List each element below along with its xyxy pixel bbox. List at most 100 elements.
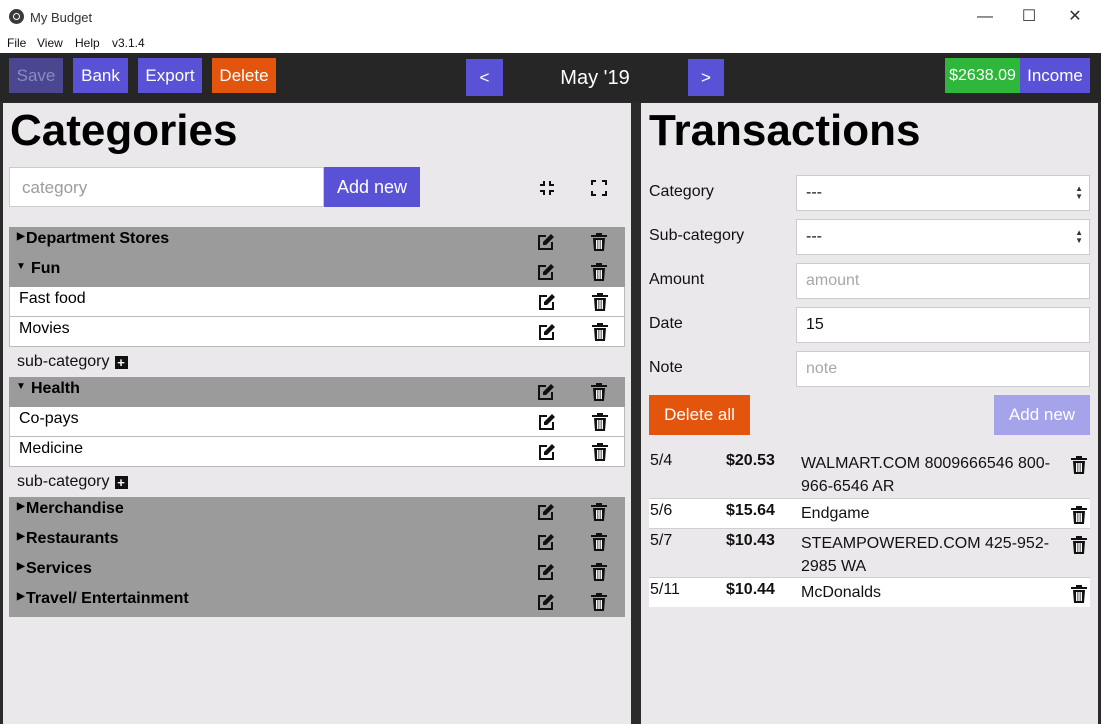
add-transaction-button[interactable]: Add new (994, 395, 1090, 435)
transaction-amount: $10.44 (726, 581, 775, 598)
transaction-row[interactable]: 5/6 $15.64 Endgame (649, 498, 1090, 528)
transaction-date: 5/4 (650, 452, 673, 469)
categories-panel: Categories category Add new ▶ Department … (3, 103, 631, 724)
transaction-row[interactable]: 5/7 $10.43 STEAMPOWERED.COM 425-952-2985 W… (649, 528, 1090, 577)
trash-icon[interactable] (591, 503, 607, 521)
trash-icon[interactable] (591, 263, 607, 281)
transaction-description: WALMART.COM 8009666546 800-966-6546 AR (801, 455, 1051, 495)
caret-right-icon[interactable]: ▶ (17, 591, 25, 602)
caret-down-icon[interactable]: ▼ (16, 381, 26, 392)
income-button[interactable]: Income (1020, 58, 1090, 93)
subcategory-row[interactable]: Fast food (9, 287, 625, 317)
trash-icon[interactable] (591, 563, 607, 581)
title-bar: My Budget — ☐ ✕ (0, 0, 1101, 33)
category-select[interactable]: --- ▲ ▼ (796, 175, 1090, 211)
edit-icon[interactable] (537, 593, 555, 611)
save-button[interactable]: Save (9, 58, 63, 93)
edit-icon[interactable] (537, 533, 555, 551)
toolbar: Save Bank Export Delete < May '19 > $263… (0, 53, 1101, 102)
category-row[interactable]: ▶ Services (9, 557, 625, 587)
caret-right-icon[interactable]: ▶ (17, 231, 25, 242)
note-input[interactable]: note (796, 351, 1090, 387)
select-arrows-icon: ▲ ▼ (1075, 184, 1083, 201)
trash-icon[interactable] (592, 413, 608, 431)
amount-label: Amount (649, 271, 705, 288)
category-name: Services (26, 560, 92, 577)
transaction-description: Endgame (801, 505, 870, 522)
category-name: Health (31, 380, 80, 397)
trash-icon[interactable] (1071, 506, 1087, 524)
transaction-date: 5/6 (650, 502, 673, 519)
transaction-amount: $15.64 (726, 502, 775, 519)
menu-view[interactable]: View (37, 36, 63, 50)
subcategory-select[interactable]: --- ▲ ▼ (796, 219, 1090, 255)
transaction-row[interactable]: 5/11 $10.44 McDonalds (649, 577, 1090, 607)
maximize-button[interactable]: ☐ (1009, 5, 1049, 29)
trash-icon[interactable] (591, 593, 607, 611)
add-subcategory-label: sub-category (17, 353, 110, 370)
edit-icon[interactable] (537, 263, 555, 281)
plus-icon[interactable]: + (114, 356, 128, 369)
trash-icon[interactable] (1071, 536, 1087, 554)
window-title: My Budget (30, 10, 93, 25)
add-subcategory[interactable]: sub-category + (17, 473, 128, 491)
prev-month-button[interactable]: < (466, 59, 503, 96)
subcategory-label: Sub-category (649, 227, 745, 244)
current-month: May '19 (560, 67, 630, 89)
menu-help[interactable]: Help (75, 36, 100, 50)
caret-right-icon[interactable]: ▶ (17, 501, 25, 512)
select-arrows-icon: ▲ ▼ (1075, 228, 1083, 245)
transaction-row[interactable]: 5/4 $20.53 WALMART.COM 8009666546 800-966-… (649, 449, 1090, 498)
categories-title: Categories (10, 106, 238, 155)
delete-all-button[interactable]: Delete all (649, 395, 750, 435)
category-row[interactable]: ▶ Travel/ Entertainment (9, 587, 625, 617)
maximize-icon: ☐ (1021, 8, 1037, 25)
trash-icon[interactable] (592, 443, 608, 461)
trash-icon[interactable] (1071, 585, 1087, 603)
trash-icon[interactable] (591, 233, 607, 251)
subcategory-row[interactable]: Medicine (9, 437, 625, 467)
add-subcategory[interactable]: sub-category + (17, 353, 128, 371)
edit-icon[interactable] (537, 233, 555, 251)
category-name: Restaurants (26, 530, 119, 547)
export-button[interactable]: Export (138, 58, 202, 93)
trash-icon[interactable] (591, 533, 607, 551)
subcategory-row[interactable]: Movies (9, 317, 625, 347)
edit-icon[interactable] (537, 503, 555, 521)
edit-icon[interactable] (538, 413, 556, 431)
subcategory-row[interactable]: Co-pays (9, 407, 625, 437)
caret-down-icon[interactable]: ▼ (16, 261, 26, 272)
trash-icon[interactable] (592, 323, 608, 341)
close-button[interactable]: ✕ (1055, 5, 1095, 29)
category-row[interactable]: ▶ Department Stores (9, 227, 625, 257)
minimize-button[interactable]: — (965, 5, 1005, 29)
trash-icon[interactable] (1071, 456, 1087, 474)
expand-icon[interactable] (591, 180, 607, 196)
edit-icon[interactable] (538, 323, 556, 341)
add-category-button[interactable]: Add new (324, 167, 420, 207)
menu-file[interactable]: File (7, 36, 26, 50)
transaction-date: 5/7 (650, 532, 673, 549)
category-row[interactable]: ▼ Health (9, 377, 625, 407)
category-row[interactable]: ▼ Fun (9, 257, 625, 287)
category-row[interactable]: ▶ Merchandise (9, 497, 625, 527)
next-month-button[interactable]: > (688, 59, 724, 96)
delete-button[interactable]: Delete (212, 58, 276, 93)
category-input[interactable]: category (9, 167, 324, 207)
edit-icon[interactable] (537, 383, 555, 401)
trash-icon[interactable] (591, 383, 607, 401)
edit-icon[interactable] (537, 563, 555, 581)
edit-icon[interactable] (538, 293, 556, 311)
bank-button[interactable]: Bank (73, 58, 128, 93)
trash-icon[interactable] (592, 293, 608, 311)
subcategory-name: Co-pays (19, 410, 79, 427)
category-row[interactable]: ▶ Restaurants (9, 527, 625, 557)
date-input[interactable]: 15 (796, 307, 1090, 343)
amount-input[interactable]: amount (796, 263, 1090, 299)
edit-icon[interactable] (538, 443, 556, 461)
category-select-value: --- (806, 184, 822, 201)
caret-right-icon[interactable]: ▶ (17, 531, 25, 542)
plus-icon[interactable]: + (114, 476, 128, 489)
collapse-icon[interactable] (539, 180, 555, 196)
caret-right-icon[interactable]: ▶ (17, 561, 25, 572)
